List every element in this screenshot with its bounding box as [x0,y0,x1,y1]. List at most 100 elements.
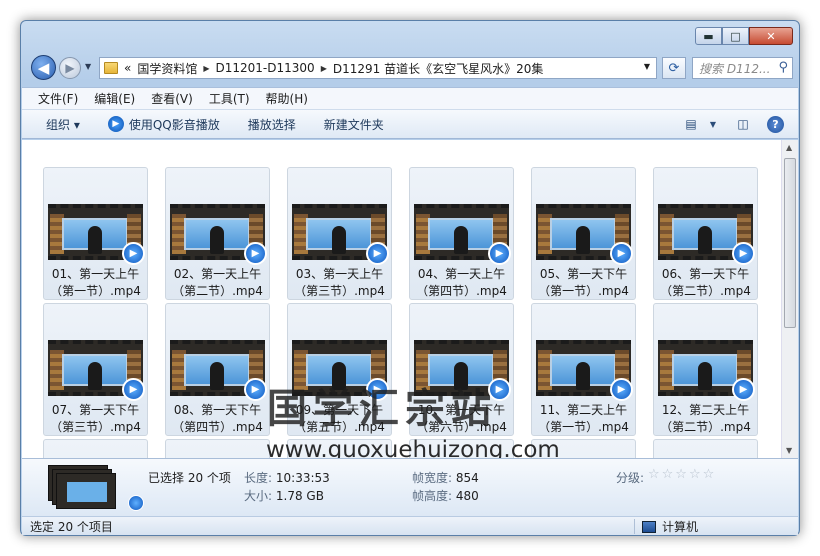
file-item[interactable]: ▶ 02、第一天上午 （第二节）.mp4 [165,167,270,300]
recent-pages-dropdown-icon[interactable]: ▼ [85,62,91,71]
size-value: 1.78 GB [275,489,324,503]
file-name: 08、第一天下午 （第四节）.mp4 [166,402,269,436]
file-name-line2: （第三节）.mp4 [50,420,141,434]
length-value: 10:33:53 [275,471,330,485]
breadcrumb-separator-icon[interactable]: ▶ [321,64,327,73]
lecturer-graphic [332,226,346,254]
folder-icon [104,62,118,74]
new-folder-button[interactable]: 新建文件夹 [324,116,384,133]
qq-player-badge-icon: ▶ [244,378,267,401]
window-controls: ▬ □ ✕ [695,27,793,45]
lecturer-graphic [698,362,712,390]
frame-height-value: 480 [455,489,479,503]
file-name-line2: （第二节）.mp4 [172,284,263,298]
file-item[interactable] [43,439,148,458]
file-item[interactable] [165,439,270,458]
breadcrumb-item-3[interactable]: D11291 苗道长《玄空飞星风水》20集 [333,60,544,77]
view-dropdown-icon[interactable]: ▼ [703,115,723,133]
file-name-line2: （第一节）.mp4 [538,420,629,434]
file-name: 04、第一天上午 （第四节）.mp4 [410,266,513,300]
file-item[interactable]: ▶ 05、第一天下午 （第一节）.mp4 [531,167,636,300]
file-item[interactable]: ▶ 04、第一天上午 （第四节）.mp4 [409,167,514,300]
breadcrumb-separator-icon[interactable]: ▶ [203,64,209,73]
file-name-line1: 04、第一天上午 [417,267,506,281]
status-location: 计算机 [642,518,698,535]
watermark-url: www.guoxuehuizong.com [266,437,560,458]
file-name: 11、第二天上午 （第一节）.mp4 [532,402,635,436]
file-item[interactable]: ▶ 08、第一天下午 （第四节）.mp4 [165,303,270,436]
refresh-icon[interactable]: ⟳ [662,57,686,79]
qq-player-badge-icon: ▶ [732,242,755,265]
help-icon[interactable]: ? [767,115,784,133]
address-overflow-chevron[interactable]: « [124,61,131,75]
lecturer-graphic [576,226,590,254]
rating-stars[interactable]: ☆☆☆☆☆ [648,467,716,482]
file-name-line1: 12、第二天上午 [661,403,750,417]
new-folder-label: 新建文件夹 [323,117,384,132]
file-item[interactable]: ▶ 03、第一天上午 （第三节）.mp4 [287,167,392,300]
lecturer-graphic [210,226,224,254]
file-name-line1: 03、第一天上午 [295,267,384,281]
scroll-up-icon[interactable]: ▲ [786,143,792,152]
play-qq-button[interactable]: ▶ 使用QQ影音播放 [107,116,220,133]
file-name-line1: 05、第一天下午 [539,267,628,281]
change-view-icon[interactable]: ▤ [681,115,701,133]
address-bar[interactable]: « 国学资料馆 ▶ D11201-D11300 ▶ D11291 苗道长《玄空飞… [99,57,657,79]
lecturer-graphic [454,226,468,254]
maximize-button[interactable]: □ [722,27,749,45]
computer-icon [642,520,656,533]
vertical-scrollbar[interactable]: ▲ ▼ [781,140,798,458]
file-name: 01、第一天上午 （第一节）.mp4 [44,266,147,300]
qq-player-badge-icon: ▶ [366,242,389,265]
organize-button[interactable]: 组织 ▾ [46,116,80,133]
close-button[interactable]: ✕ [749,27,793,45]
forward-arrow-icon[interactable]: ▶ [59,57,81,79]
file-item[interactable]: ▶ 12、第二天上午 （第二节）.mp4 [653,303,758,436]
file-name: 12、第二天上午 （第二节）.mp4 [654,402,757,436]
search-input[interactable]: 搜索 D112... ⚲ [692,57,793,79]
length-label: 长度: [244,471,273,485]
file-name: 06、第一天下午 （第二节）.mp4 [654,266,757,300]
organize-label: 组织 ▾ [46,117,80,132]
file-name: 05、第一天下午 （第一节）.mp4 [532,266,635,300]
play-selection-button[interactable]: 播放选择 [248,116,296,133]
menu-edit[interactable]: 编辑(E) [94,90,135,107]
scrollbar-thumb[interactable] [784,158,796,328]
frame-height-label: 帧高度: [412,489,453,503]
qq-player-icon: ▶ [107,116,124,132]
selection-thumbnail [48,465,144,511]
menu-view[interactable]: 查看(V) [151,90,193,107]
menu-bar: 文件(F) 编辑(E) 查看(V) 工具(T) 帮助(H) [22,87,798,109]
file-name: 02、第一天上午 （第二节）.mp4 [166,266,269,300]
frame-width-value: 854 [455,471,479,485]
address-dropdown-icon[interactable]: ▼ [644,62,650,71]
back-arrow-icon[interactable]: ◀ [31,55,56,80]
file-item[interactable]: ▶ 01、第一天上午 （第一节）.mp4 [43,167,148,300]
file-name-line2: （第二节）.mp4 [660,420,751,434]
lecturer-graphic [210,362,224,390]
menu-file[interactable]: 文件(F) [38,90,78,107]
search-icon[interactable]: ⚲ [778,60,788,75]
file-item[interactable]: ▶ 11、第二天上午 （第一节）.mp4 [531,303,636,436]
qq-player-badge-icon: ▶ [122,378,145,401]
preview-pane-icon[interactable]: ◫ [733,115,753,133]
watermark-text: 国学汇宗站 [267,386,497,432]
lecturer-graphic [576,362,590,390]
status-selected-text: 选定 20 个项目 [30,519,113,534]
selected-count: 已选择 20 个项 [148,471,231,485]
play-selection-label: 播放选择 [247,117,296,132]
breadcrumb-item-1[interactable]: 国学资料馆 [137,60,197,77]
menu-help[interactable]: 帮助(H) [266,90,308,107]
minimize-button[interactable]: ▬ [695,27,722,45]
file-item[interactable]: ▶ 07、第一天下午 （第三节）.mp4 [43,303,148,436]
scroll-down-icon[interactable]: ▼ [786,446,792,455]
file-name-line1: 11、第二天上午 [539,403,628,417]
qq-player-badge-icon [128,495,144,511]
explorer-window: ▬ □ ✕ ◀ ▶ ▼ « 国学资料馆 ▶ D11201-D11300 ▶ D1… [20,20,800,536]
menu-tools[interactable]: 工具(T) [209,90,250,107]
file-name-line2: （第四节）.mp4 [172,420,263,434]
file-item[interactable]: ▶ 06、第一天下午 （第二节）.mp4 [653,167,758,300]
breadcrumb-item-2[interactable]: D11201-D11300 [216,61,315,75]
file-item[interactable] [653,439,758,458]
file-name-line2: （第二节）.mp4 [660,284,751,298]
